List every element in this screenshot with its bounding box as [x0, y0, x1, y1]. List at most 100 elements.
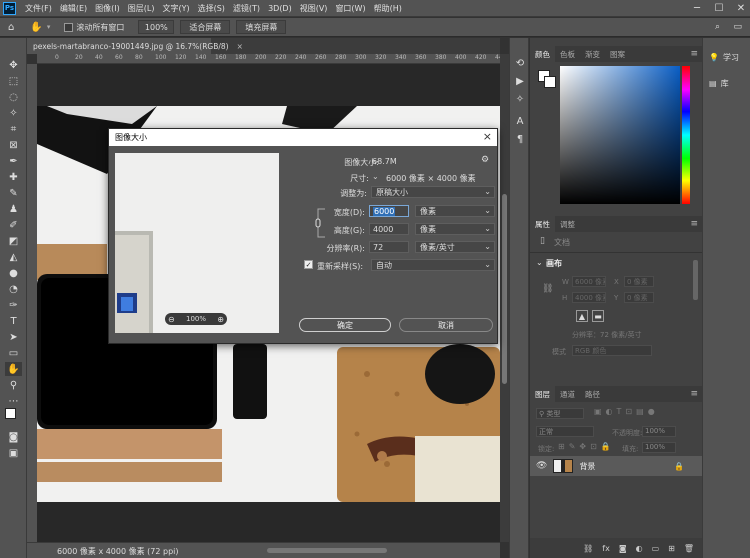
paragraph-icon[interactable]: ¶: [513, 132, 527, 146]
minimize-icon[interactable]: ─: [690, 1, 704, 15]
layer-mask-icon[interactable]: ◙: [619, 544, 627, 553]
resolution-unit-select[interactable]: 像素/英寸 ⌄: [415, 241, 495, 253]
layer-row-background[interactable]: 👁 背景 🔒: [530, 456, 702, 476]
hue-slider[interactable]: [682, 66, 690, 204]
resample-checkbox[interactable]: ✓: [304, 260, 313, 269]
properties-scroll-thumb[interactable]: [693, 260, 698, 300]
type-tool-icon[interactable]: T: [5, 314, 22, 328]
ok-button[interactable]: 确定: [299, 318, 391, 332]
eraser-tool-icon[interactable]: ◩: [5, 234, 22, 248]
menu-3d[interactable]: 3D(D): [264, 4, 296, 13]
history-brush-tool-icon[interactable]: ✐: [5, 218, 22, 232]
blur-tool-icon[interactable]: ●: [5, 266, 22, 280]
dodge-tool-icon[interactable]: ◔: [5, 282, 22, 296]
fit-to-select[interactable]: 原稿大小 ⌄: [371, 186, 495, 198]
menu-layer[interactable]: 图层(L): [124, 3, 159, 14]
blend-mode-select[interactable]: 正常: [536, 426, 594, 437]
layer-filter-select[interactable]: ⚲ 类型: [536, 408, 584, 419]
background-color-swatch[interactable]: [544, 76, 556, 88]
fx-icon[interactable]: fx: [602, 544, 610, 553]
menu-filter[interactable]: 滤镜(T): [229, 3, 264, 14]
tab-layers[interactable]: 图层: [530, 386, 555, 402]
link-icon[interactable]: ⛓: [542, 284, 553, 294]
document-tab[interactable]: pexels-martabranco-19001449.jpg @ 16.7%(…: [27, 38, 243, 54]
vertical-scrollbar[interactable]: [500, 54, 509, 542]
panel-menu-icon[interactable]: ≡: [690, 389, 698, 399]
close-window-icon[interactable]: ✕: [734, 1, 748, 15]
canvas-y-field[interactable]: 0 像素: [624, 292, 654, 303]
menu-help[interactable]: 帮助(H): [370, 3, 406, 14]
maximize-icon[interactable]: ☐: [712, 1, 726, 15]
fill-screen-button[interactable]: 填充屏幕: [236, 20, 287, 34]
tab-gradients[interactable]: 渐变: [580, 46, 605, 62]
menu-file[interactable]: 文件(F): [21, 3, 56, 14]
zoom-out-icon[interactable]: ⊖: [168, 315, 175, 324]
tab-patterns[interactable]: 图案: [605, 46, 630, 62]
menu-window[interactable]: 窗口(W): [331, 3, 369, 14]
eyedropper-tool-icon[interactable]: ✒: [5, 154, 22, 168]
menu-edit[interactable]: 编辑(E): [56, 3, 91, 14]
orientation-portrait-icon[interactable]: ▲: [576, 310, 588, 322]
chevron-down-icon[interactable]: ⌄: [536, 258, 543, 267]
search-icon[interactable]: ⌕: [715, 22, 720, 32]
gear-icon[interactable]: ⚙: [481, 155, 489, 165]
adjust-icon[interactable]: ✧: [513, 92, 527, 106]
trash-icon[interactable]: 🗑: [684, 544, 694, 553]
layer-filter-icons[interactable]: ▣◐T⊡▤●: [594, 407, 659, 416]
fill-field[interactable]: 100%: [642, 442, 676, 453]
menu-type[interactable]: 文字(Y): [158, 3, 193, 14]
resample-select[interactable]: 自动 ⌄: [371, 259, 495, 271]
clone-stamp-tool-icon[interactable]: ♟: [5, 202, 22, 216]
height-unit-select[interactable]: 像素 ⌄: [415, 223, 495, 235]
eye-icon[interactable]: 👁: [536, 461, 547, 471]
brush-tool-icon[interactable]: ✎: [5, 186, 22, 200]
adjustment-layer-icon[interactable]: ◐: [636, 544, 643, 553]
move-tool-icon[interactable]: ✥: [5, 58, 22, 72]
path-selection-tool-icon[interactable]: ➤: [5, 330, 22, 344]
color-picker-field[interactable]: [560, 66, 680, 204]
character-icon[interactable]: A: [513, 114, 527, 128]
actions-icon[interactable]: ▶: [513, 74, 527, 88]
fit-screen-button[interactable]: 适合屏幕: [180, 20, 231, 34]
tab-color[interactable]: 颜色: [530, 46, 555, 62]
frame-tool-icon[interactable]: ⊠: [5, 138, 22, 152]
checkbox-icon[interactable]: [64, 22, 74, 32]
opacity-field[interactable]: 100%: [642, 426, 676, 437]
tab-swatches[interactable]: 色板: [555, 46, 580, 62]
rectangle-tool-icon[interactable]: ▭: [5, 346, 22, 360]
canvas-height-field[interactable]: 4000 像素: [572, 292, 606, 303]
close-tab-icon[interactable]: ×: [237, 42, 243, 51]
zoom-in-icon[interactable]: ⊕: [217, 315, 224, 324]
mode-select[interactable]: RGB 颜色: [572, 345, 652, 356]
scroll-all-windows-checkbox[interactable]: 滚动所有窗口: [64, 22, 124, 33]
lasso-tool-icon[interactable]: ◌: [5, 90, 22, 104]
width-input[interactable]: 6000: [369, 205, 409, 217]
hand-tool-icon[interactable]: ✋: [5, 362, 22, 376]
library-button[interactable]: ▤ 库: [709, 78, 729, 89]
menu-image[interactable]: 图像(I): [91, 3, 124, 14]
tab-adjustments[interactable]: 调整: [555, 216, 580, 232]
tab-channels[interactable]: 通道: [555, 386, 580, 402]
height-input[interactable]: 4000: [369, 223, 409, 235]
home-icon[interactable]: ⌂: [8, 22, 14, 33]
zoom-tool-icon[interactable]: ⚲: [5, 378, 22, 392]
canvas-x-field[interactable]: 0 像素: [624, 276, 654, 287]
new-layer-icon[interactable]: ⊞: [668, 544, 675, 553]
tab-paths[interactable]: 路径: [580, 386, 605, 402]
history-icon[interactable]: ⟲: [513, 56, 527, 70]
paint-bucket-tool-icon[interactable]: ◭: [5, 250, 22, 264]
resolution-input[interactable]: 72: [369, 241, 409, 253]
cancel-button[interactable]: 取消: [399, 318, 493, 332]
link-layers-icon[interactable]: ⛓: [583, 544, 593, 553]
quick-mask-icon[interactable]: ◙: [5, 430, 22, 444]
width-unit-select[interactable]: 像素 ⌄: [415, 205, 495, 217]
tab-properties[interactable]: 属性: [530, 216, 555, 232]
more-tools-icon[interactable]: ⋯: [5, 394, 22, 408]
chevron-down-icon[interactable]: ▾: [47, 23, 51, 31]
panel-menu-icon[interactable]: ≡: [690, 49, 698, 59]
zoom-100-button[interactable]: 100%: [138, 20, 175, 34]
menu-select[interactable]: 选择(S): [194, 3, 229, 14]
learn-button[interactable]: 💡 学习: [709, 52, 739, 63]
horizontal-scroll-thumb[interactable]: [267, 548, 387, 553]
menu-view[interactable]: 视图(V): [296, 3, 332, 14]
